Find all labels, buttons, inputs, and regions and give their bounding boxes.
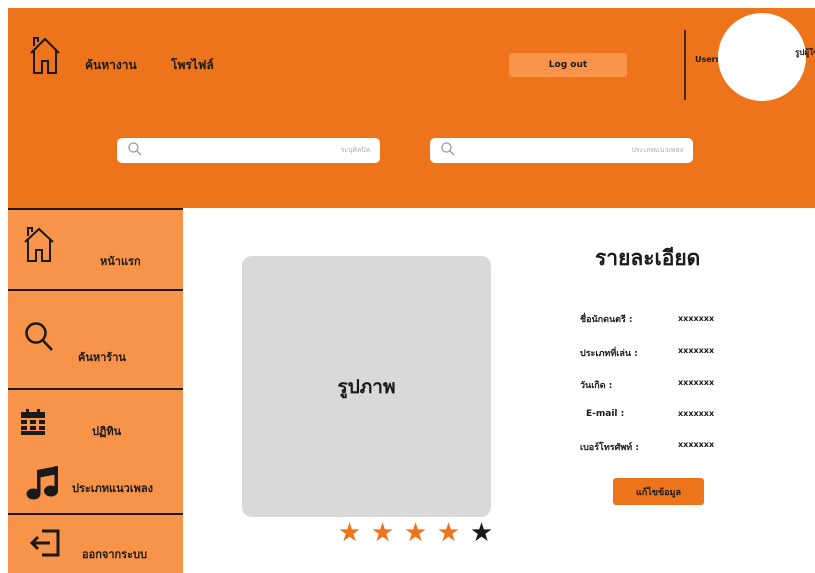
sidebar-item-label: ปฏิทิน: [92, 425, 122, 438]
header-bar: ค้นหางาน โพรไฟล์ Log out Username รูปผู้…: [8, 8, 815, 208]
sidebar-item-calendar[interactable]: ปฏิทิน: [8, 390, 183, 453]
star-filled-icon[interactable]: ★: [400, 518, 431, 548]
field-value-musician-name: xxxxxxx: [678, 314, 715, 323]
star-filled-icon[interactable]: ★: [367, 518, 398, 548]
field-value-email: xxxxxxx: [678, 409, 715, 418]
avatar[interactable]: [718, 13, 806, 101]
genre-search-input[interactable]: [543, 142, 683, 158]
field-label-musician-name: ชื่อนักดนตรี :: [580, 315, 633, 325]
rating-stars[interactable]: ★ ★ ★ ★ ★: [334, 518, 497, 548]
field-label-play-type: ประเภทที่เล่น :: [580, 349, 638, 359]
sidebar-item-label: ค้นหาร้าน: [78, 351, 126, 364]
field-label-phone: เบอร์โทรศัพท์ :: [580, 443, 639, 453]
edit-info-button[interactable]: แก้ไขข้อมูล: [613, 478, 704, 505]
star-empty-icon[interactable]: ★: [466, 518, 497, 548]
field-label-birthday: วันเกิด :: [580, 381, 613, 391]
search-icon: [128, 142, 142, 156]
profile-image-placeholder: รูปภาพ: [242, 256, 491, 517]
header-divider: [684, 30, 686, 100]
app-root: ค้นหางาน โพรไฟล์ Log out Username รูปผู้…: [0, 0, 815, 573]
logout-icon: [30, 529, 60, 557]
nav-profile[interactable]: โพรไฟล์: [171, 56, 214, 75]
sidebar-item-music-genres[interactable]: ประเภทแนวเพลง: [8, 453, 183, 513]
sidebar-item-logout[interactable]: ออกจากระบบ: [8, 515, 183, 573]
logout-button[interactable]: Log out: [509, 53, 627, 77]
star-filled-icon[interactable]: ★: [433, 518, 464, 548]
home-icon: [24, 227, 54, 262]
sidebar-item-search-shops[interactable]: ค้นหาร้าน: [8, 291, 183, 388]
field-value-phone: xxxxxxx: [678, 440, 715, 449]
sidebar-item-label: ประเภทแนวเพลง: [72, 482, 153, 495]
search-icon: [441, 142, 455, 156]
image-label: รูปภาพ: [337, 375, 396, 398]
avatar-label: รูปผู้ใช้: [795, 48, 815, 57]
home-icon[interactable]: [28, 33, 62, 77]
artist-search-box[interactable]: [117, 138, 380, 163]
field-label-email: E-mail :: [586, 409, 625, 419]
details-title: รายละเอียด: [595, 246, 701, 270]
artist-search-input[interactable]: [230, 142, 370, 158]
sidebar-item-label: ออกจากระบบ: [82, 548, 147, 561]
sidebar-item-label: หน้าแรก: [100, 255, 141, 268]
music-note-icon: [26, 466, 58, 500]
sidebar: หน้าแรก ค้นหาร้าน ปฏิทิน ประเภทแนวเพลง อ…: [8, 208, 183, 573]
star-filled-icon[interactable]: ★: [334, 518, 365, 548]
genre-search-box[interactable]: [430, 138, 693, 163]
calendar-icon: [21, 409, 45, 435]
sidebar-item-home[interactable]: หน้าแรก: [8, 210, 183, 289]
field-value-birthday: xxxxxxx: [678, 378, 715, 387]
search-icon: [25, 322, 53, 351]
field-value-play-type: xxxxxxx: [678, 346, 715, 355]
nav-search-jobs[interactable]: ค้นหางาน: [85, 56, 137, 75]
